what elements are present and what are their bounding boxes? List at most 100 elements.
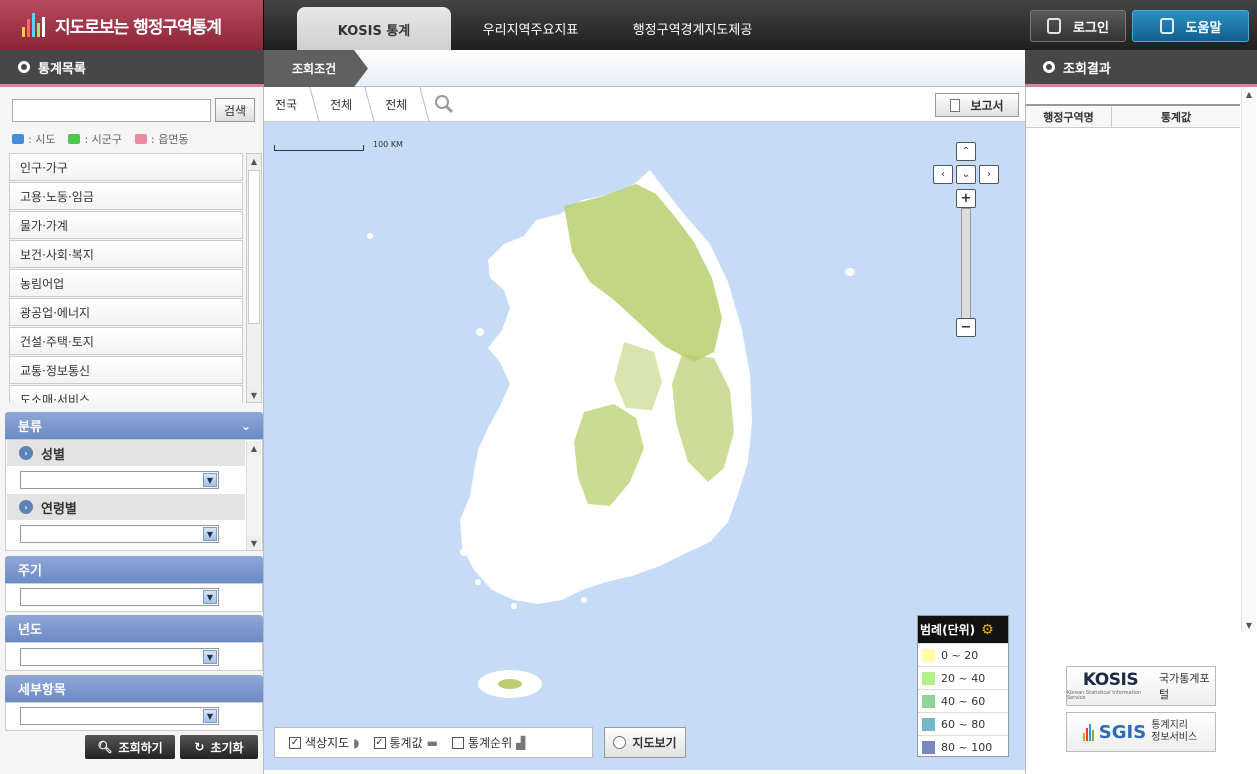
tab-kosis[interactable]: KOSIS 통계: [297, 7, 451, 50]
zoom-out-icon[interactable]: −: [956, 318, 976, 337]
pan-right-icon[interactable]: ›: [979, 165, 999, 184]
results-header: 조회결과: [1025, 50, 1257, 87]
stack-icon: ▬: [426, 735, 438, 750]
breadcrumb: 전국 전체 전체: [264, 87, 1025, 122]
search-button[interactable]: 검색: [215, 98, 255, 122]
column-region[interactable]: 행정구역명: [1026, 106, 1112, 127]
age-select[interactable]: ▼: [20, 525, 219, 543]
magnifier-icon[interactable]: [433, 93, 455, 115]
scroll-down-icon[interactable]: ▼: [247, 388, 261, 402]
help-cube-icon: [1159, 18, 1174, 34]
tab-boundary-map[interactable]: 행정구역경계지도제공: [615, 7, 770, 50]
breadcrumb-level3[interactable]: 전체: [374, 87, 429, 122]
dropdown-arrow-icon: ▼: [203, 527, 217, 541]
stat-value-option[interactable]: ✓ 통계값 ▬: [373, 734, 438, 751]
category-item[interactable]: 물가·가계: [9, 211, 243, 239]
category-item[interactable]: 고용·노동·임금: [9, 182, 243, 210]
radio-icon[interactable]: [613, 736, 627, 749]
legend-label: 0 ~ 20: [941, 648, 979, 662]
conditions-tab[interactable]: 조회조건: [264, 50, 368, 87]
category-item[interactable]: 인구·가구: [9, 153, 243, 181]
year-select[interactable]: ▼: [20, 648, 219, 666]
map-view-button[interactable]: 지도보기: [604, 727, 686, 758]
stat-rank-label: 통계순위: [467, 736, 513, 750]
year-header[interactable]: 년도: [5, 615, 263, 642]
tab-regional-indicators[interactable]: 우리지역주요지표: [468, 7, 593, 50]
scroll-thumb[interactable]: [248, 170, 260, 324]
classification-scrollbar[interactable]: ▲ ▼: [246, 441, 261, 550]
period-select[interactable]: ▼: [20, 588, 219, 606]
help-button[interactable]: 도움말: [1132, 10, 1249, 42]
detail-header[interactable]: 세부항목: [5, 675, 263, 702]
scroll-down-icon[interactable]: ▼: [1242, 618, 1256, 632]
login-button[interactable]: 로그인: [1030, 10, 1126, 42]
legend-swatch: [922, 717, 935, 731]
login-label: 로그인: [1073, 20, 1109, 36]
level-sido: : 시도: [12, 131, 55, 147]
legend-label: 40 ~ 60: [941, 694, 986, 708]
detail-select[interactable]: ▼: [20, 707, 219, 725]
report-label: 보고서: [970, 98, 1004, 113]
results-scrollbar[interactable]: ▲ ▼: [1241, 87, 1256, 632]
blue-swatch-icon: [12, 134, 24, 144]
color-map-checkbox[interactable]: ✓: [289, 736, 301, 749]
category-item[interactable]: 도소매·서비스: [9, 385, 243, 403]
sgis-service-link[interactable]: SGIS 통계지리 정보서비스: [1066, 712, 1216, 752]
stat-rank-option[interactable]: 통계순위 ▟: [451, 734, 525, 751]
scroll-up-icon[interactable]: ▲: [247, 154, 261, 168]
chevron-down-icon: ⌄: [240, 418, 251, 433]
category-item[interactable]: 보건·사회·복지: [9, 240, 243, 268]
color-map-option[interactable]: ✓ 색상지도 ◗: [289, 734, 360, 751]
legend-row: 60 ~ 80: [918, 712, 1008, 735]
kosis-logo-text: KOSIS: [1082, 669, 1139, 690]
category-list: 인구·가구 고용·노동·임금 물가·가계 보건·사회·복지 농림어업 광공업·에…: [9, 153, 243, 403]
classification-header[interactable]: 분류 ⌄: [5, 412, 263, 439]
map-canvas[interactable]: [264, 122, 1025, 770]
reset-button[interactable]: ↻ 초기화: [180, 735, 258, 759]
category-scrollbar[interactable]: ▲ ▼: [246, 153, 262, 403]
gender-header: › 성별: [7, 440, 245, 466]
gender-select[interactable]: ▼: [20, 471, 219, 489]
korea-map[interactable]: [264, 122, 1025, 770]
stat-value-label: 통계값: [389, 736, 423, 750]
app-logo[interactable]: 지도로보는 행정구역통계: [0, 0, 264, 50]
search-input[interactable]: [12, 99, 211, 122]
jeju-mountain: [498, 679, 522, 689]
stat-list-header: 통계목록: [0, 50, 264, 87]
scroll-up-icon[interactable]: ▲: [247, 441, 261, 455]
report-button[interactable]: 보고서: [935, 93, 1019, 117]
stat-value-checkbox[interactable]: ✓: [373, 736, 386, 749]
map-scale-label: 100 KM: [373, 140, 403, 149]
column-value[interactable]: 통계값: [1112, 106, 1240, 127]
query-button[interactable]: 🔍︎ 조회하기: [85, 735, 175, 759]
category-item[interactable]: 광공업·에너지: [9, 298, 243, 326]
category-item[interactable]: 건설·주택·토지: [9, 327, 243, 355]
category-item[interactable]: 교통·정보통신: [9, 356, 243, 384]
arrow-circle-icon: ›: [19, 446, 33, 460]
southwest-islet: [460, 548, 468, 556]
gender-label: 성별: [41, 447, 65, 463]
scroll-up-icon[interactable]: ▲: [1242, 87, 1256, 101]
zoom-slider[interactable]: [961, 208, 971, 320]
pan-up-icon[interactable]: ⌃: [956, 142, 976, 161]
stat-rank-checkbox[interactable]: [451, 736, 464, 749]
dropdown-arrow-icon: ▼: [203, 590, 217, 604]
scroll-down-icon[interactable]: ▼: [247, 536, 261, 550]
legend-row: 40 ~ 60: [918, 689, 1008, 712]
dropdown-arrow-icon: ▼: [203, 709, 217, 723]
map-scale-bar: [274, 145, 364, 151]
breadcrumb-nation[interactable]: 전국: [264, 87, 319, 122]
period-header[interactable]: 주기: [5, 556, 263, 583]
pan-down-icon[interactable]: ⌄: [956, 165, 976, 184]
dropdown-arrow-icon: ▼: [203, 650, 217, 664]
pan-left-icon[interactable]: ‹: [933, 165, 953, 184]
classification-title: 분류: [18, 420, 42, 435]
breadcrumb-level2[interactable]: 전체: [319, 87, 374, 122]
map-view-label: 지도보기: [632, 736, 677, 750]
kosis-portal-link[interactable]: KOSIS Korean Statistical Information Ser…: [1066, 666, 1216, 706]
legend-label: 20 ~ 40: [941, 671, 986, 685]
zoom-in-icon[interactable]: +: [956, 189, 976, 208]
query-label: 조회하기: [118, 740, 163, 755]
category-item[interactable]: 농림어업: [9, 269, 243, 297]
gear-icon[interactable]: ⚙: [981, 622, 994, 638]
